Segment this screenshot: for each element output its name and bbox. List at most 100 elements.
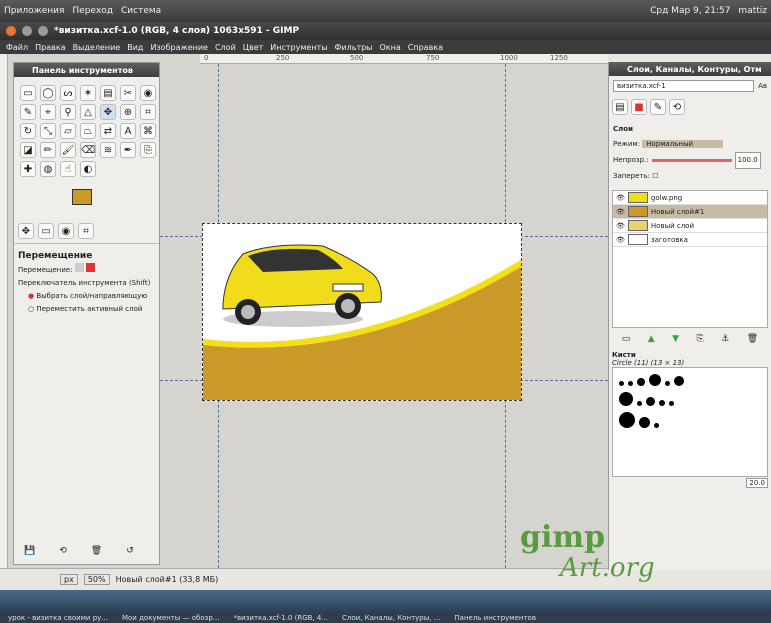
- save-options-icon[interactable]: 💾: [24, 546, 35, 556]
- blur-icon[interactable]: ◍: [40, 161, 56, 177]
- tool-options-tab-icon[interactable]: ✥: [18, 223, 34, 239]
- ink-icon[interactable]: ✒: [120, 142, 136, 158]
- mode-select[interactable]: Нормальный: [642, 140, 724, 148]
- zoom-select[interactable]: 50%: [83, 574, 110, 585]
- layer-row[interactable]: 👁 Новый слой: [613, 219, 767, 233]
- reset-options-icon[interactable]: ↺: [126, 546, 134, 556]
- menu-file[interactable]: Файл: [6, 43, 28, 52]
- auto-button[interactable]: Ав: [758, 82, 767, 90]
- lock-checkbox[interactable]: ☐: [652, 172, 658, 180]
- business-card-image[interactable]: [202, 223, 522, 401]
- undo-history-tab-icon[interactable]: ⟲: [669, 99, 685, 115]
- bucket-fill-icon[interactable]: ◪: [20, 142, 36, 158]
- crop-icon[interactable]: ⌗: [140, 104, 156, 120]
- ruler-tick: 500: [350, 54, 364, 62]
- maximize-icon[interactable]: [38, 26, 48, 36]
- scissors-icon[interactable]: ✂: [120, 85, 136, 101]
- clone-icon[interactable]: ⎘: [140, 142, 156, 158]
- images-tab-icon[interactable]: ⌗: [78, 223, 94, 239]
- delete-layer-icon[interactable]: 🗑: [747, 334, 758, 344]
- layer-row[interactable]: 👁 Новый слой#1: [613, 205, 767, 219]
- heal-icon[interactable]: ✚: [20, 161, 36, 177]
- pencil-icon[interactable]: ✏: [40, 142, 56, 158]
- ellipse-select-icon[interactable]: ◯: [40, 85, 56, 101]
- radio-move-active[interactable]: ○ Переместить активный слой: [18, 303, 155, 316]
- eraser-icon[interactable]: ⌫: [80, 142, 96, 158]
- places-menu[interactable]: Переход: [72, 6, 113, 16]
- move-icon[interactable]: ✥: [100, 104, 116, 120]
- clock[interactable]: Срд Мар 9, 21:57: [650, 6, 730, 16]
- apps-menu[interactable]: Приложения: [4, 6, 64, 16]
- opacity-field[interactable]: 100.0: [734, 152, 761, 169]
- device-status-tab-icon[interactable]: ▭: [38, 223, 54, 239]
- taskbar-item[interactable]: Мои документы — обозр...: [122, 614, 220, 622]
- menu-help[interactable]: Справка: [408, 43, 443, 52]
- menu-filters[interactable]: Фильтры: [335, 43, 373, 52]
- new-layer-icon[interactable]: ▭: [622, 334, 631, 344]
- channels-tab-icon[interactable]: ■: [631, 99, 647, 115]
- radio-pick-layer[interactable]: ● Выбрать слой/направляющую: [18, 290, 155, 303]
- window-titlebar[interactable]: *визитка.xcf-1.0 (RGB, 4 слоя) 1063x591 …: [0, 22, 771, 40]
- fuzzy-select-icon[interactable]: ✶: [80, 85, 96, 101]
- brush-spacing-field[interactable]: 20.0: [746, 478, 768, 488]
- paths-tab-icon[interactable]: ✎: [650, 99, 666, 115]
- align-icon[interactable]: ⊕: [120, 104, 136, 120]
- foreground-color[interactable]: [72, 189, 92, 205]
- menu-windows[interactable]: Окна: [380, 43, 401, 52]
- perspective-icon[interactable]: ⏢: [80, 123, 96, 139]
- color-select-icon[interactable]: ▤: [100, 85, 116, 101]
- restore-options-icon[interactable]: ⟲: [59, 546, 67, 556]
- taskbar-item[interactable]: Слои, Каналы, Контуры, ...: [342, 614, 440, 622]
- brushes-section: Кисти Circle (11) (13 × 13) 20.0: [609, 348, 771, 490]
- menu-view[interactable]: Вид: [127, 43, 143, 52]
- layers-panel-title[interactable]: Слои, Каналы, Контуры, Отм: [609, 62, 771, 76]
- menu-image[interactable]: Изображение: [150, 43, 208, 52]
- menu-edit[interactable]: Правка: [35, 43, 65, 52]
- menu-select[interactable]: Выделение: [73, 43, 121, 52]
- delete-options-icon[interactable]: 🗑: [91, 546, 102, 556]
- image-select[interactable]: визитка.xcf-1: [613, 80, 755, 92]
- airbrush-icon[interactable]: ≋: [100, 142, 116, 158]
- shear-icon[interactable]: ▱: [60, 123, 76, 139]
- undo-tab-icon[interactable]: ◉: [58, 223, 74, 239]
- scale-icon[interactable]: ⤡: [40, 123, 56, 139]
- move-layer-icon[interactable]: [74, 263, 84, 272]
- taskbar-item[interactable]: *визитка.xcf-1.0 (RGB, 4...: [234, 614, 329, 622]
- dodge-icon[interactable]: ◐: [80, 161, 96, 177]
- paths-icon[interactable]: ✎: [20, 104, 36, 120]
- text-icon[interactable]: A: [120, 123, 136, 139]
- rect-select-icon[interactable]: ▭: [20, 85, 36, 101]
- anchor-layer-icon[interactable]: ⚓: [721, 334, 729, 344]
- minimize-icon[interactable]: [22, 26, 32, 36]
- foreground-select-icon[interactable]: ◉: [140, 85, 156, 101]
- paintbrush-icon[interactable]: 🖌: [60, 142, 76, 158]
- flip-icon[interactable]: ⇄: [100, 123, 116, 139]
- zoom-icon[interactable]: ⚲: [60, 104, 76, 120]
- unit-select[interactable]: px: [60, 574, 78, 585]
- menu-tools[interactable]: Инструменты: [270, 43, 327, 52]
- raise-layer-icon[interactable]: ▲: [648, 334, 655, 344]
- lasso-icon[interactable]: ᔕ: [60, 85, 76, 101]
- lower-layer-icon[interactable]: ▼: [672, 334, 679, 344]
- layers-tab-icon[interactable]: ▤: [612, 99, 628, 115]
- layer-row[interactable]: 👁 golw.png: [613, 191, 767, 205]
- cage-icon[interactable]: ⌘: [140, 123, 156, 139]
- user-name[interactable]: mattiz: [738, 6, 767, 16]
- color-picker-icon[interactable]: ⌖: [40, 104, 56, 120]
- brush-grid[interactable]: [612, 367, 768, 477]
- color-swatches[interactable]: [14, 185, 159, 219]
- measure-icon[interactable]: △: [80, 104, 96, 120]
- taskbar-item[interactable]: урок - визитка своими ру...: [8, 614, 108, 622]
- system-menu[interactable]: Система: [121, 6, 161, 16]
- rotate-icon[interactable]: ↻: [20, 123, 36, 139]
- menu-layer[interactable]: Слой: [215, 43, 236, 52]
- menu-color[interactable]: Цвет: [243, 43, 264, 52]
- close-icon[interactable]: [6, 26, 16, 36]
- layer-row[interactable]: 👁 заготовка: [613, 233, 767, 247]
- toolbox-title[interactable]: Панель инструментов: [14, 63, 159, 77]
- opacity-slider[interactable]: [651, 159, 732, 162]
- smudge-icon[interactable]: ☝: [60, 161, 76, 177]
- duplicate-layer-icon[interactable]: ⎘: [697, 334, 704, 344]
- taskbar-item[interactable]: Панель инструментов: [454, 614, 536, 622]
- move-selection-icon[interactable]: [86, 263, 96, 272]
